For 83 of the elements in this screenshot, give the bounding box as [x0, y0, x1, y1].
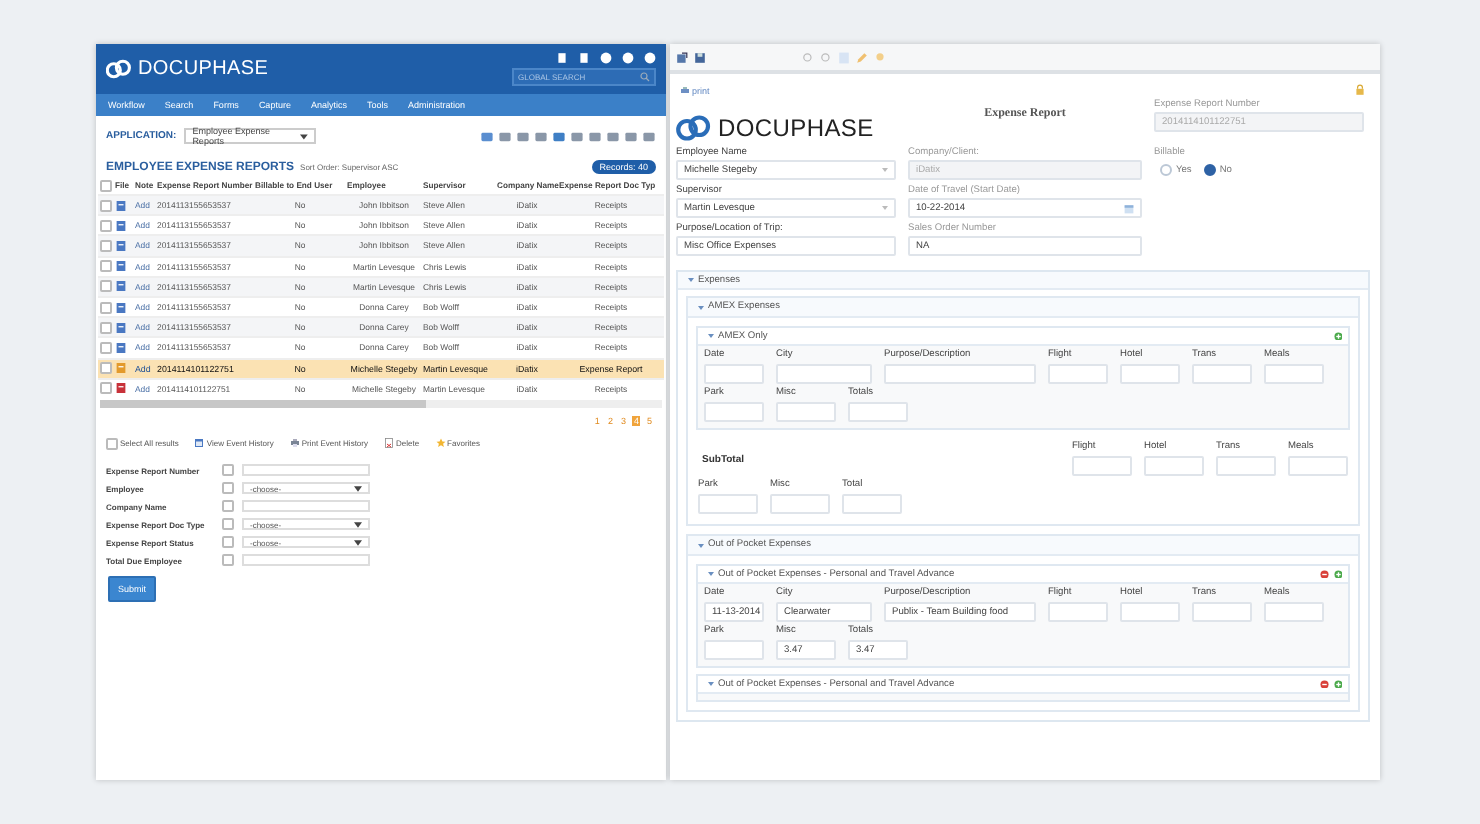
file-icon[interactable] [115, 199, 125, 212]
input-field[interactable] [842, 494, 902, 514]
caret-icon [708, 682, 714, 686]
caret-icon [354, 485, 362, 492]
input-field[interactable] [848, 402, 908, 422]
file-icon[interactable] [115, 301, 125, 314]
checkbox[interactable] [99, 179, 111, 191]
input-field[interactable] [1144, 456, 1204, 476]
export-icon[interactable] [676, 51, 688, 63]
checkbox[interactable] [99, 199, 111, 212]
input-field[interactable] [704, 640, 764, 660]
input-field[interactable] [1264, 602, 1324, 622]
input-field[interactable] [1216, 456, 1276, 476]
file-icon[interactable] [115, 239, 125, 252]
remove-icon[interactable] [1320, 569, 1329, 579]
checkbox[interactable] [99, 280, 111, 293]
checkbox[interactable] [222, 554, 234, 567]
input-field[interactable] [1192, 602, 1252, 622]
calendar-icon [194, 438, 205, 449]
filter-input[interactable] [242, 554, 370, 567]
caret-icon [354, 539, 362, 546]
checkbox[interactable] [99, 321, 111, 334]
checkbox[interactable] [99, 260, 111, 273]
add-icon[interactable] [1333, 679, 1342, 689]
checkbox[interactable] [222, 518, 234, 531]
checkbox[interactable] [99, 301, 111, 314]
input-field[interactable] [1120, 602, 1180, 622]
input-field[interactable] [698, 494, 758, 514]
delete-icon [383, 438, 394, 449]
input-field[interactable] [1072, 456, 1132, 476]
caret-icon [300, 133, 309, 139]
radio-button[interactable] [1160, 164, 1172, 176]
input-field[interactable] [704, 364, 764, 384]
calendar-icon[interactable] [1124, 203, 1134, 213]
logo-icon [106, 58, 132, 80]
input-field[interactable] [1048, 364, 1108, 384]
caret-icon [688, 278, 694, 282]
input-field[interactable] [884, 364, 1036, 384]
caret-icon [354, 521, 362, 528]
add-icon[interactable] [1333, 331, 1342, 341]
checkbox[interactable] [99, 382, 111, 395]
checkbox[interactable] [99, 239, 111, 252]
star-icon [435, 438, 446, 449]
add-icon[interactable] [1333, 569, 1342, 579]
caret-icon [882, 168, 888, 172]
checkbox[interactable] [222, 500, 234, 513]
remove-icon[interactable] [1320, 679, 1329, 689]
input-field[interactable] [1288, 456, 1348, 476]
save-icon[interactable] [694, 51, 706, 63]
file-icon[interactable] [115, 341, 125, 354]
file-icon[interactable] [115, 260, 125, 273]
lock-icon[interactable] [1354, 84, 1366, 96]
input-field[interactable] [704, 402, 764, 422]
caret-icon [708, 572, 714, 576]
file-icon[interactable] [115, 382, 125, 395]
input-field[interactable] [770, 494, 830, 514]
filter-input[interactable] [242, 500, 370, 513]
file-icon[interactable] [115, 321, 125, 334]
checkbox[interactable] [222, 482, 234, 495]
caret-icon [698, 305, 704, 309]
logo-text: DOCUPHASE [138, 58, 269, 80]
checkbox[interactable] [99, 341, 111, 354]
caret-icon [882, 206, 888, 210]
filter-input[interactable] [242, 464, 370, 477]
logo-icon [676, 114, 712, 142]
checkbox[interactable] [222, 464, 234, 477]
checkbox[interactable] [99, 219, 111, 232]
input-field[interactable] [1120, 364, 1180, 384]
input-field[interactable] [776, 402, 836, 422]
caret-icon [708, 334, 714, 338]
logo-text: DOCUPHASE [718, 114, 874, 142]
file-icon[interactable] [115, 280, 125, 293]
input-field[interactable] [776, 364, 872, 384]
input-field[interactable] [1048, 602, 1108, 622]
input-field[interactable] [1192, 364, 1252, 384]
radio-button[interactable] [1203, 164, 1216, 176]
file-icon[interactable] [115, 219, 125, 232]
caret-icon [698, 543, 704, 547]
input-field[interactable] [1264, 364, 1324, 384]
checkbox[interactable] [222, 536, 234, 549]
checkbox[interactable] [106, 437, 118, 450]
scrollbar[interactable] [100, 399, 662, 408]
checkbox[interactable] [99, 362, 111, 375]
